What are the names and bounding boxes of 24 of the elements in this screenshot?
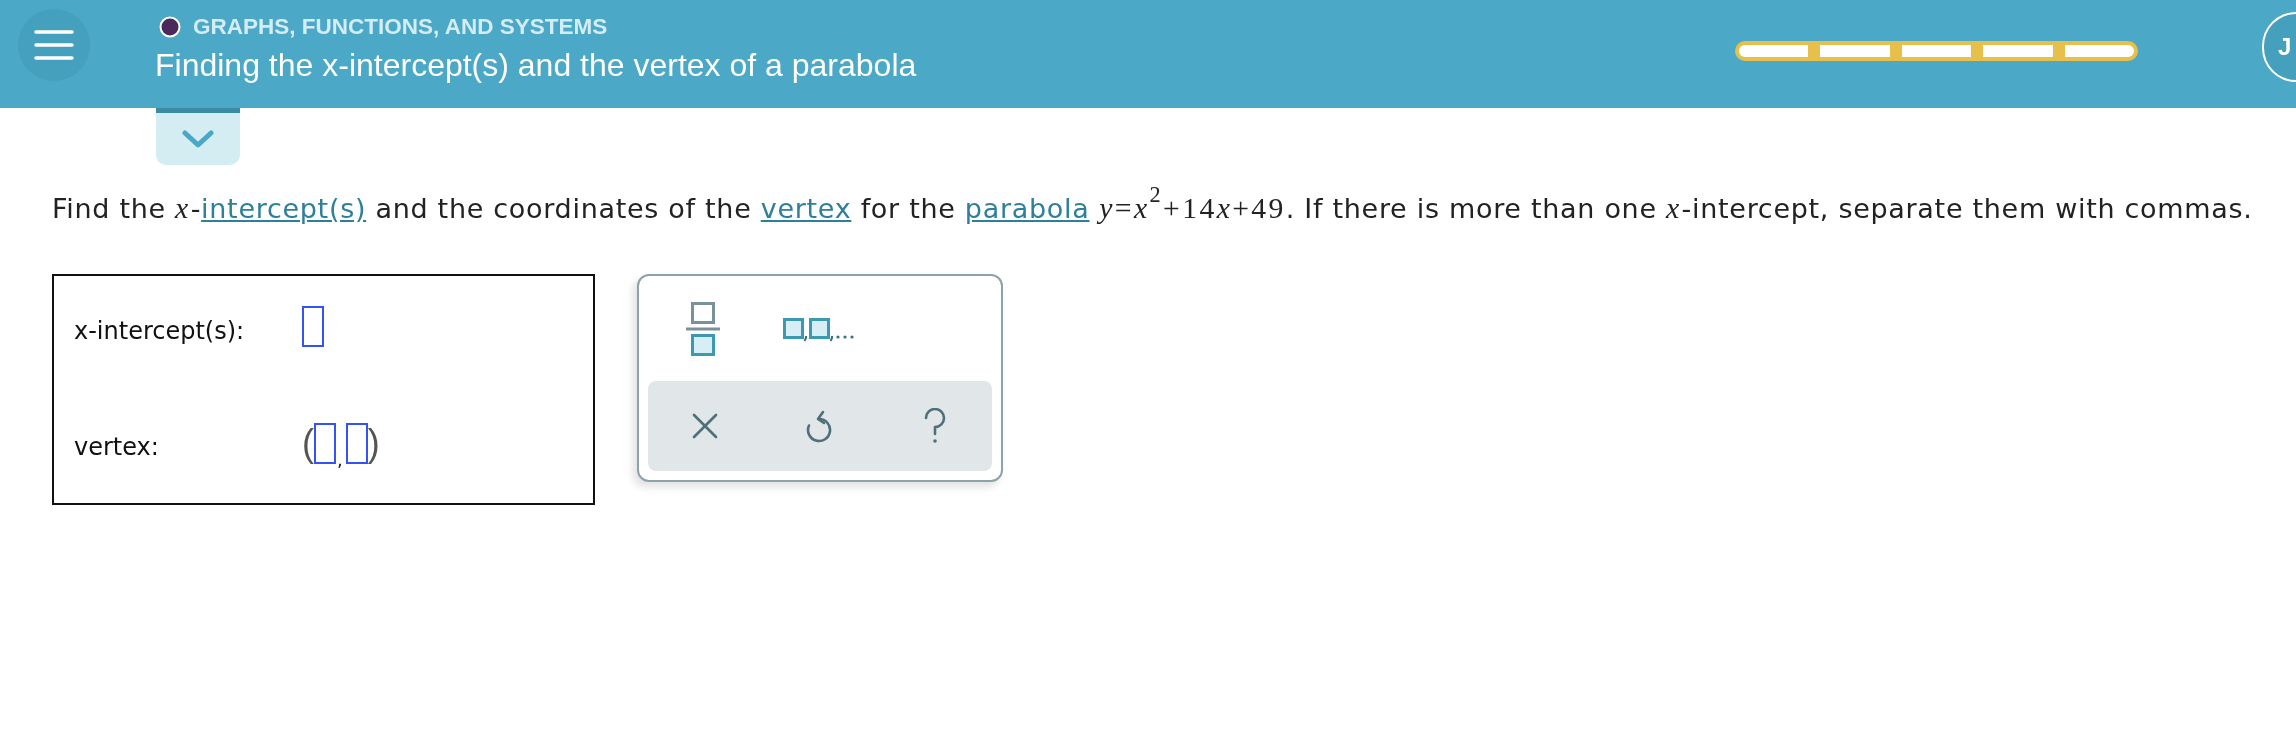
account-button[interactable]: J <box>2262 12 2296 82</box>
glossary-link[interactable]: parabola <box>964 193 1090 224</box>
close-icon <box>692 413 719 439</box>
menu-icon <box>34 30 74 60</box>
question-text: Find the x-intercept(s) and the coordinates of the vertex for the parabola y=x$^{2}$+14x+49. If there is more than one x-intercept, separate them with commas. <box>52 189 2254 226</box>
answer-field[interactable] <box>345 422 368 464</box>
opening-parenthesis: ( <box>302 418 314 467</box>
closing-parenthesis: ) <box>367 418 380 467</box>
answer-field[interactable] <box>314 422 336 464</box>
chevron-down-icon <box>182 130 214 148</box>
glossary-link[interactable]: vertex <box>760 193 852 224</box>
answer-field[interactable] <box>302 306 324 347</box>
comma-separator: , <box>337 451 343 469</box>
lesson-title: Finding the x-intercept(s) and the vertex of a parabola <box>155 46 917 84</box>
fraction-icon <box>686 301 720 356</box>
topic-dot-icon <box>159 16 181 38</box>
list-icon <box>783 317 855 342</box>
answer-label: vertex: <box>74 432 160 462</box>
undo-icon <box>806 409 834 443</box>
topic-label: GRAPHS, FUNCTIONS, AND SYSTEMS <box>193 14 608 40</box>
glossary-link[interactable]: intercept(s) <box>201 193 367 224</box>
answer-label: x-intercept(s): <box>74 315 246 346</box>
help-icon <box>922 408 947 444</box>
details-toggle-button[interactable] <box>156 108 240 165</box>
